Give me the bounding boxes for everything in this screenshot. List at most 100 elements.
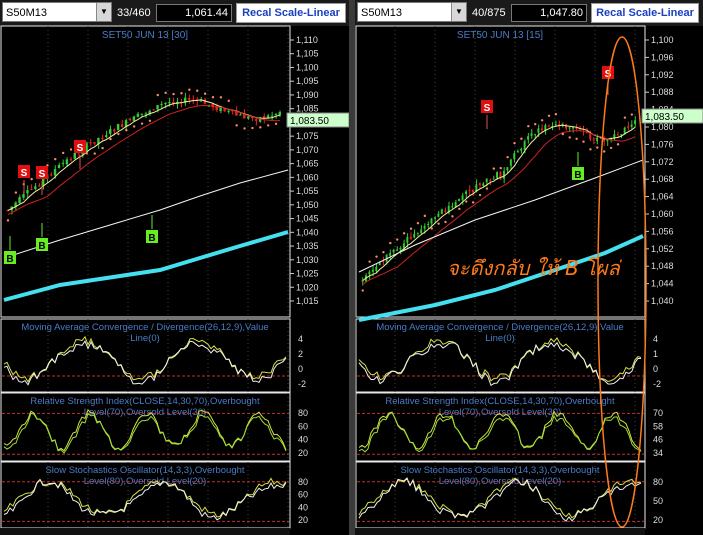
candle-body xyxy=(53,169,57,176)
candle-body xyxy=(382,261,385,263)
sar-dot xyxy=(148,119,152,122)
indicator-title: Relative Strength Index(CLOSE,14,30,70),… xyxy=(385,396,615,407)
sar-dot xyxy=(188,88,191,91)
candle-body xyxy=(160,103,163,105)
indicator-tick-label: 60 xyxy=(298,490,308,500)
sar-dot xyxy=(140,122,144,125)
indicator-tick-label: 58 xyxy=(653,421,663,431)
candle-body xyxy=(489,180,492,182)
signal-label: B xyxy=(574,170,581,181)
candle-body xyxy=(120,124,124,127)
sar-dot xyxy=(547,114,551,117)
candle-body xyxy=(413,233,416,238)
sar-dot xyxy=(430,227,433,230)
sar-dot xyxy=(437,222,440,225)
sar-dot xyxy=(117,132,120,136)
price-tick-label: 1,068 xyxy=(651,174,674,184)
price-tick-label: 1,100 xyxy=(296,62,319,72)
sar-dot xyxy=(274,122,278,126)
candle-body xyxy=(49,174,53,176)
price-tick-label: 1,025 xyxy=(296,269,319,279)
time-axis xyxy=(0,528,290,535)
indicator-tick-label: 2 xyxy=(298,349,303,359)
candle-body xyxy=(368,271,371,275)
candle-body xyxy=(371,269,374,272)
candle-body xyxy=(61,162,65,164)
price-tick-label: 1,095 xyxy=(296,76,319,86)
price-tick-label: 1,076 xyxy=(651,139,674,149)
sar-dot xyxy=(520,137,523,140)
indicator-tick-label: 4 xyxy=(298,334,303,344)
sar-dot xyxy=(251,126,254,130)
candle-body xyxy=(93,142,96,144)
candle-body xyxy=(530,133,533,136)
indicator-subtitle: Level(70),Oversold Level(30) xyxy=(439,407,562,418)
sar-dot xyxy=(485,187,489,190)
candle-body xyxy=(596,137,599,142)
candle-body xyxy=(554,124,557,126)
sar-dot xyxy=(219,96,223,99)
indicator-title: Moving Average Convergence / Divergence(… xyxy=(376,322,623,333)
candle-body xyxy=(496,172,498,178)
sar-dot xyxy=(458,207,461,211)
candle-body xyxy=(140,113,143,115)
ma-short-line xyxy=(7,99,281,211)
candle-body xyxy=(427,224,429,226)
price-tick-label: 1,065 xyxy=(296,159,319,169)
sar-dot xyxy=(125,128,128,132)
chart-left[interactable]: 1,1101,1051,1001,0951,0901,0851,0801,075… xyxy=(0,0,349,535)
candle-body xyxy=(433,217,436,219)
sar-dot xyxy=(211,95,215,99)
candle-body xyxy=(440,209,443,214)
price-tick-label: 1,060 xyxy=(651,209,674,219)
candle-body xyxy=(509,159,512,166)
candle-body xyxy=(616,134,619,136)
sar-dot xyxy=(465,200,468,203)
candle-body xyxy=(396,249,398,251)
sar-dot xyxy=(451,215,454,218)
indicator-tick-label: 50 xyxy=(653,496,663,506)
price-tick-label: 1,088 xyxy=(651,87,674,97)
price-tick-label: 1,015 xyxy=(296,296,319,306)
sar-dot xyxy=(69,148,73,151)
candle-body xyxy=(406,236,409,243)
chart-title: SET50 JUN 13 [15] xyxy=(457,30,543,41)
sar-dot xyxy=(361,289,364,292)
sar-dot xyxy=(156,93,159,97)
sar-dot xyxy=(423,214,427,218)
sar-dot xyxy=(513,141,516,145)
candle-body xyxy=(416,233,419,235)
candle-body xyxy=(270,115,274,117)
sar-dot xyxy=(402,232,406,235)
sar-dot xyxy=(416,221,420,225)
signal-label: B xyxy=(38,241,45,252)
chart-panel-right: S50M13 ▼ 40/875 1,047.80 Recal Scale-Lin… xyxy=(355,0,703,535)
candle-body xyxy=(109,129,112,134)
ma-mid-line xyxy=(7,104,281,215)
price-tick-label: 1,064 xyxy=(651,192,674,202)
candle-body xyxy=(547,125,550,127)
candle-body xyxy=(451,206,454,208)
sar-dot xyxy=(506,155,509,159)
sar-dot xyxy=(196,89,199,92)
indicator-tick-label: 80 xyxy=(298,408,308,418)
price-tick-label: 1,070 xyxy=(296,145,319,155)
price-tick-label: 1,030 xyxy=(296,255,319,265)
sar-dot xyxy=(93,152,96,155)
candle-body xyxy=(592,139,595,141)
sar-dot xyxy=(30,177,33,181)
sar-dot xyxy=(409,227,413,230)
indicator-title: Slow Stochastics Oscillator(14,3,3),Over… xyxy=(400,465,599,476)
candle-body xyxy=(274,113,278,116)
price-tick-label: 1,045 xyxy=(296,214,319,224)
sar-dot xyxy=(444,220,447,224)
candle-body xyxy=(57,164,61,169)
chart-right[interactable]: 1,1001,0961,0921,0881,0841,0801,0761,072… xyxy=(355,0,703,535)
indicator-title: Slow Stochastics Oscillator(14,3,3),Over… xyxy=(45,465,244,476)
candle-body xyxy=(89,142,92,144)
candle-body xyxy=(423,225,426,229)
sar-dot xyxy=(203,92,207,95)
candle-body xyxy=(18,197,21,204)
current-price-tag: 1,083.50 xyxy=(645,112,684,123)
candle-body xyxy=(468,190,471,192)
